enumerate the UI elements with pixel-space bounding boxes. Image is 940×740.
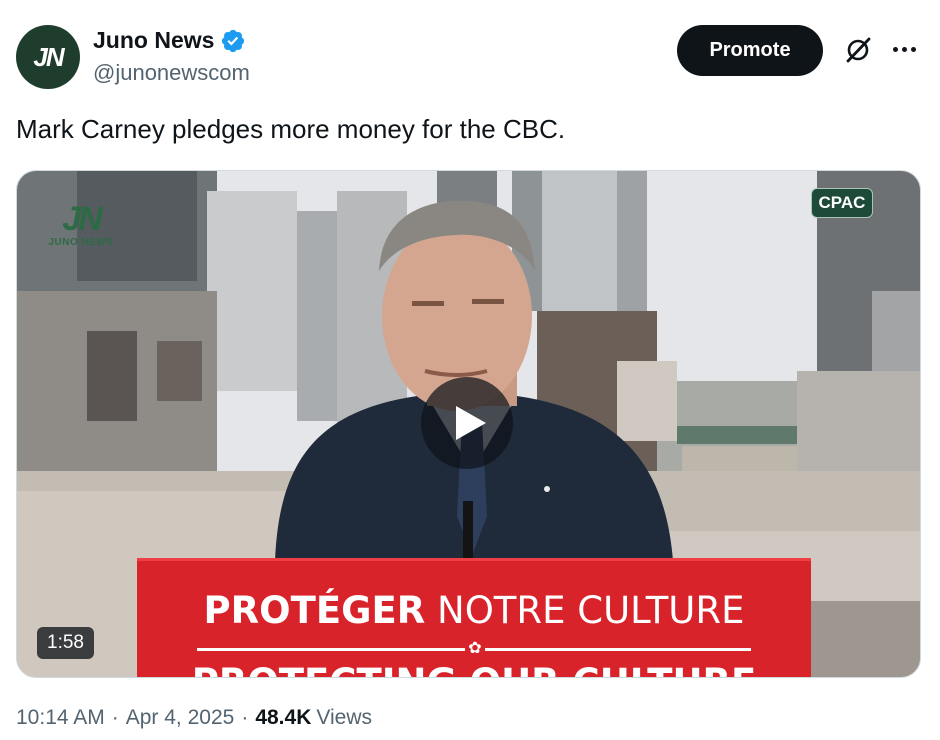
meta-separator: · <box>241 706 249 729</box>
avatar-logo: JN <box>33 41 64 72</box>
cpac-badge: CPAC <box>811 188 873 218</box>
more-dot <box>911 46 916 52</box>
tweet-text: Mark Carney pledges more money for the C… <box>16 114 566 144</box>
more-dot <box>902 46 907 52</box>
juno-news-watermark: JN JUNO NEWS <box>41 201 121 253</box>
tweet: JN Juno News @junonewscom Promote Mark C… <box>0 0 940 740</box>
play-icon <box>455 406 486 440</box>
podium-line-english: PROTECTING OUR CULTURE <box>137 661 811 677</box>
views-label: Views <box>316 706 373 729</box>
tweet-meta: 10:14 AM · Apr 4, 2025 · 48.4K Views <box>16 706 372 730</box>
play-button[interactable] <box>421 377 513 469</box>
verified-badge-icon[interactable] <box>220 28 246 54</box>
podium-french-bold: PROTÉGER <box>203 589 426 632</box>
display-name[interactable]: Juno News <box>93 27 214 54</box>
promote-button[interactable]: Promote <box>677 25 823 76</box>
more-dot <box>893 46 898 52</box>
podium-french-rest: NOTRE CULTURE <box>425 589 745 632</box>
maple-leaf-icon: ✿ <box>465 640 485 660</box>
handle[interactable]: @junonewscom <box>93 60 250 86</box>
tweet-time[interactable]: 10:14 AM <box>16 706 105 730</box>
video-duration: 1:58 <box>37 627 94 659</box>
video-player[interactable]: JN JUNO NEWS CPAC PROTÉGER NOTRE CULTURE… <box>16 170 921 678</box>
views-count[interactable]: 48.4K <box>255 706 311 730</box>
more-icon[interactable] <box>893 44 919 54</box>
podium-sign: PROTÉGER NOTRE CULTURE ✿ PROTECTING OUR … <box>137 558 811 677</box>
grok-icon[interactable] <box>843 35 873 65</box>
display-name-row: Juno News <box>93 27 250 54</box>
juno-watermark-mark: JN <box>62 200 102 238</box>
author-names: Juno News @junonewscom <box>93 27 250 86</box>
tweet-date[interactable]: Apr 4, 2025 <box>126 706 235 730</box>
meta-separator: · <box>111 706 119 729</box>
podium-line-french: PROTÉGER NOTRE CULTURE <box>137 589 811 632</box>
avatar[interactable]: JN <box>16 25 80 89</box>
juno-watermark-text: JUNO NEWS <box>48 237 114 248</box>
